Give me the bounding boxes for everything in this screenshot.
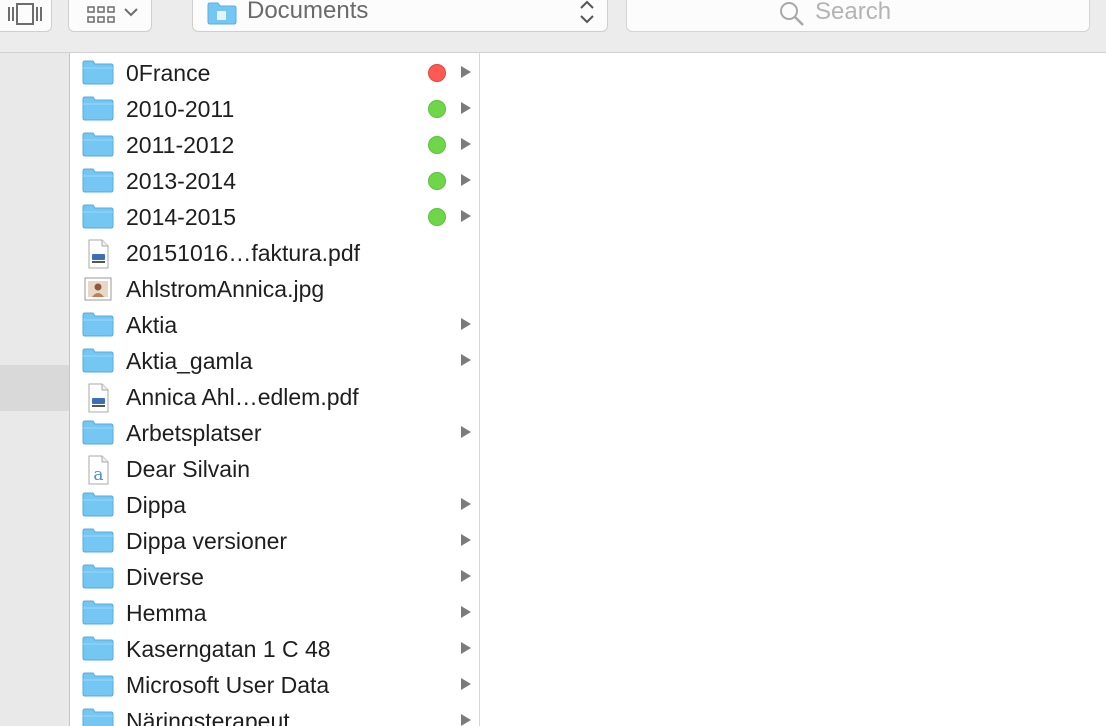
- folder-row[interactable]: 0France: [70, 55, 479, 91]
- folder-row[interactable]: Microsoft User Data: [70, 667, 479, 703]
- folder-row[interactable]: 2013-2014: [70, 163, 479, 199]
- image-file-icon: [82, 275, 114, 303]
- disclosure-arrow-icon[interactable]: [461, 102, 471, 114]
- folder-icon: [82, 707, 114, 726]
- folder-row[interactable]: 2010-2011: [70, 91, 479, 127]
- text-document-icon: a: [82, 455, 114, 485]
- folder-icon: [82, 491, 114, 519]
- file-row[interactable]: 20151016…faktura.pdf: [70, 235, 479, 271]
- tag-dot-green: [428, 208, 446, 226]
- folder-icon: [82, 131, 114, 159]
- magnifier-icon: [780, 2, 804, 26]
- file-name: 20151016…faktura.pdf: [126, 240, 361, 266]
- folder-icon: [82, 59, 114, 87]
- file-name: AhlstromAnnica.jpg: [126, 276, 325, 302]
- folder-icon: [207, 2, 237, 25]
- file-name: Microsoft User Data: [126, 672, 330, 698]
- file-name: 2011-2012: [126, 132, 235, 158]
- disclosure-arrow-icon[interactable]: [461, 174, 471, 186]
- file-row[interactable]: AhlstromAnnica.jpg: [70, 271, 479, 307]
- disclosure-arrow-icon[interactable]: [461, 714, 471, 726]
- disclosure-arrow-icon[interactable]: [461, 318, 471, 330]
- file-row[interactable]: Annica Ahl…edlem.pdf: [70, 379, 479, 415]
- disclosure-arrow-icon[interactable]: [461, 570, 471, 582]
- file-name: Annica Ahl…edlem.pdf: [126, 384, 359, 410]
- folder-row[interactable]: Arbetsplatser: [70, 415, 479, 451]
- arrange-button[interactable]: [68, 0, 152, 32]
- folder-icon: [82, 419, 114, 447]
- file-name: Näringsterapeut: [126, 708, 290, 726]
- folder-icon: [82, 635, 114, 663]
- tag-dot-red: [428, 64, 446, 82]
- folder-icon: [82, 563, 114, 591]
- path-label: Documents: [247, 0, 369, 24]
- cover-flow-icon: [8, 3, 42, 25]
- disclosure-arrow-icon[interactable]: [461, 66, 471, 78]
- search-placeholder: Search: [815, 0, 892, 25]
- file-name: Kaserngatan 1 C 48: [126, 636, 331, 662]
- disclosure-arrow-icon[interactable]: [461, 354, 471, 366]
- folder-row[interactable]: Aktia_gamla: [70, 343, 479, 379]
- file-column: 0France 2010-2011 2011-2012 2013-2014 2014-2…: [70, 53, 480, 726]
- folder-row[interactable]: Aktia: [70, 307, 479, 343]
- folder-icon: [82, 311, 114, 339]
- disclosure-arrow-icon[interactable]: [461, 210, 471, 222]
- file-name: Diverse: [126, 564, 204, 590]
- file-name: Hemma: [126, 600, 207, 626]
- folder-row[interactable]: Diverse: [70, 559, 479, 595]
- file-name: Aktia_gamla: [126, 348, 253, 374]
- folder-icon: [82, 671, 114, 699]
- path-popup-button[interactable]: Documents: [192, 0, 608, 32]
- tag-dot-green: [428, 136, 446, 154]
- disclosure-arrow-icon[interactable]: [461, 642, 471, 654]
- pdf-file-icon: [82, 383, 114, 413]
- tag-dot-green: [428, 100, 446, 118]
- pdf-file-icon: [82, 239, 114, 269]
- chevron-down-icon: [124, 8, 138, 17]
- file-name: 2014-2015: [126, 204, 236, 230]
- preview-column: [480, 53, 1106, 726]
- file-name: Dear Silvain: [126, 456, 250, 482]
- disclosure-arrow-icon[interactable]: [461, 534, 471, 546]
- folder-icon: [82, 203, 114, 231]
- arrange-grid-icon: [87, 6, 115, 23]
- file-name: Aktia: [126, 312, 178, 338]
- folder-icon: [82, 167, 114, 195]
- file-name: Dippa: [126, 492, 187, 518]
- tag-dot-green: [428, 172, 446, 190]
- folder-row[interactable]: Näringsterapeut: [70, 703, 479, 726]
- search-field[interactable]: Search: [626, 0, 1090, 32]
- folder-row[interactable]: Dippa: [70, 487, 479, 523]
- folder-row[interactable]: Hemma: [70, 595, 479, 631]
- folder-icon: [82, 599, 114, 627]
- file-name: 2013-2014: [126, 168, 236, 194]
- disclosure-arrow-icon[interactable]: [461, 678, 471, 690]
- folder-icon: [82, 95, 114, 123]
- disclosure-arrow-icon[interactable]: [461, 498, 471, 510]
- file-name: Dippa versioner: [126, 528, 288, 554]
- sidebar: [0, 53, 70, 726]
- disclosure-arrow-icon[interactable]: [461, 426, 471, 438]
- up-down-arrows-icon: [580, 0, 594, 24]
- disclosure-arrow-icon[interactable]: [461, 606, 471, 618]
- sidebar-selected-item[interactable]: [0, 365, 69, 411]
- toolbar: Documents Search: [0, 0, 1106, 53]
- file-row[interactable]: a Dear Silvain: [70, 451, 479, 487]
- file-name: Arbetsplatser: [126, 420, 262, 446]
- folder-icon: [82, 347, 114, 375]
- svg-text:a: a: [93, 465, 103, 485]
- folder-row[interactable]: 2014-2015: [70, 199, 479, 235]
- disclosure-arrow-icon[interactable]: [461, 138, 471, 150]
- cover-flow-view-button[interactable]: [0, 0, 52, 32]
- folder-icon: [82, 527, 114, 555]
- folder-row[interactable]: Kaserngatan 1 C 48: [70, 631, 479, 667]
- folder-row[interactable]: Dippa versioner: [70, 523, 479, 559]
- file-name: 0France: [126, 60, 211, 86]
- folder-row[interactable]: 2011-2012: [70, 127, 479, 163]
- file-name: 2010-2011: [126, 96, 235, 122]
